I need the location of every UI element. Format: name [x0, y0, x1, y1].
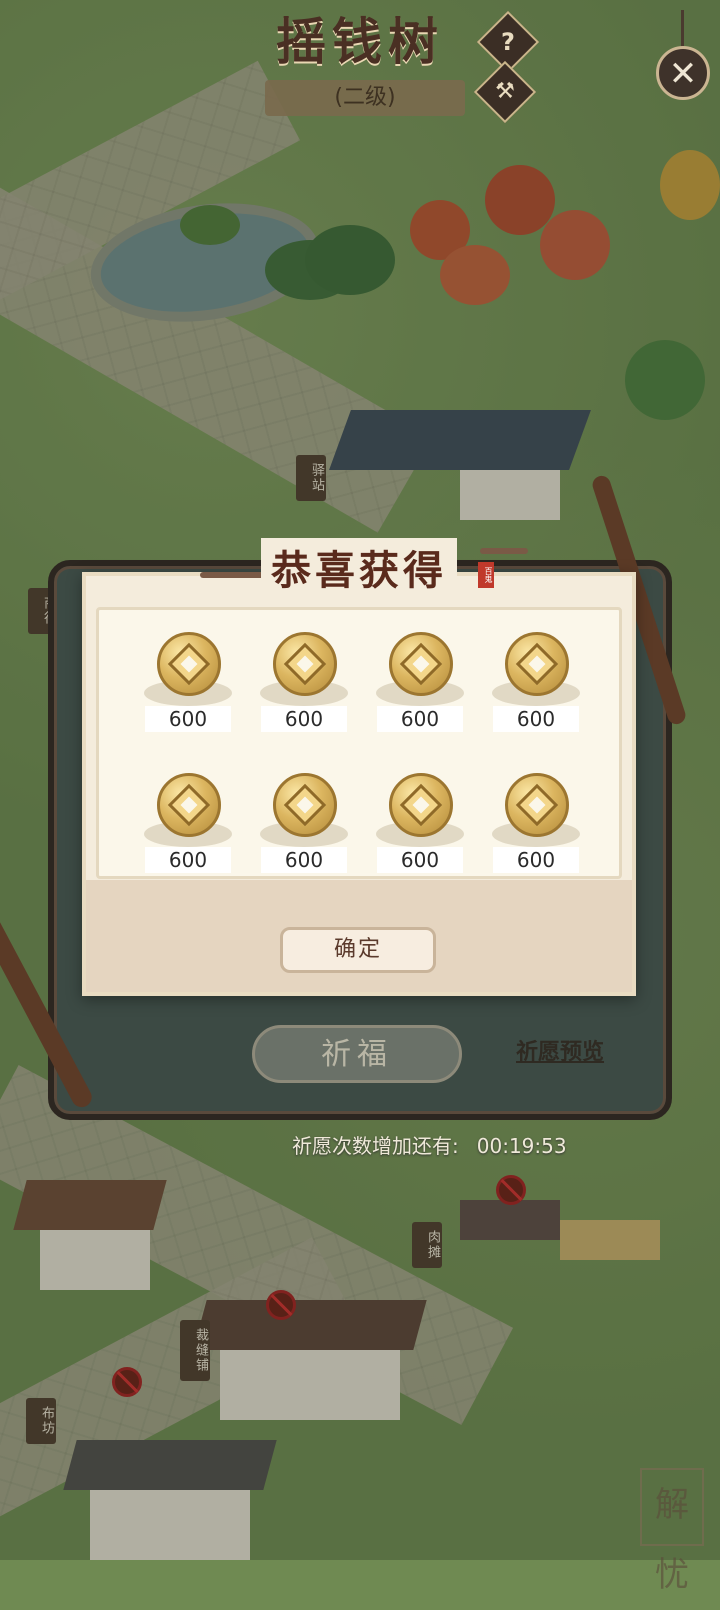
- reward-item: 600: [371, 622, 471, 742]
- reward-amount: 600: [145, 847, 231, 873]
- close-button[interactable]: ✕: [656, 46, 710, 100]
- reward-amount: 600: [493, 847, 579, 873]
- reward-amount: 600: [377, 706, 463, 732]
- reward-amount: 600: [261, 706, 347, 732]
- countdown-time: 00:19:53: [476, 1134, 567, 1158]
- red-seal-stamp: 百鬼: [478, 562, 494, 588]
- question-mark-icon: ?: [501, 28, 515, 56]
- reward-item: 600: [255, 763, 355, 883]
- reward-amount: 600: [145, 706, 231, 732]
- copper-coin-icon: [273, 632, 337, 696]
- copper-coin-icon: [505, 773, 569, 837]
- copper-coin-icon: [157, 632, 221, 696]
- reward-grid: 600 600 600 600 600 600 600 600: [96, 607, 622, 879]
- reward-amount: 600: [261, 847, 347, 873]
- pray-button[interactable]: 祈福: [252, 1025, 462, 1083]
- copper-coin-icon: [389, 632, 453, 696]
- hammer-icon: ⚒: [495, 79, 515, 104]
- reward-item: 600: [255, 622, 355, 742]
- reward-amount: 600: [377, 847, 463, 873]
- wish-preview-link[interactable]: 祈愿预览: [516, 1034, 604, 1066]
- popup-title: 恭喜获得: [261, 538, 457, 596]
- wish-countdown: 祈愿次数增加还有: 00:19:53: [292, 1130, 567, 1159]
- reward-item: 600: [487, 622, 587, 742]
- reward-item: 600: [139, 763, 239, 883]
- copper-coin-icon: [505, 632, 569, 696]
- reward-amount: 600: [493, 706, 579, 732]
- tree-level-label: (二级): [265, 80, 465, 116]
- copper-coin-icon: [389, 773, 453, 837]
- confirm-button[interactable]: 确定: [280, 927, 436, 973]
- page-title: 摇钱树: [276, 12, 444, 71]
- app-logo-watermark: 解忧: [640, 1468, 704, 1595]
- copper-coin-icon: [273, 773, 337, 837]
- popup-title-wrap: 恭喜获得: [82, 538, 636, 596]
- reward-item: 600: [487, 763, 587, 883]
- reward-item: 600: [371, 763, 471, 883]
- reward-item: 600: [139, 622, 239, 742]
- lantern-string: [681, 10, 684, 46]
- copper-coin-icon: [157, 773, 221, 837]
- countdown-label: 祈愿次数增加还有:: [292, 1134, 459, 1158]
